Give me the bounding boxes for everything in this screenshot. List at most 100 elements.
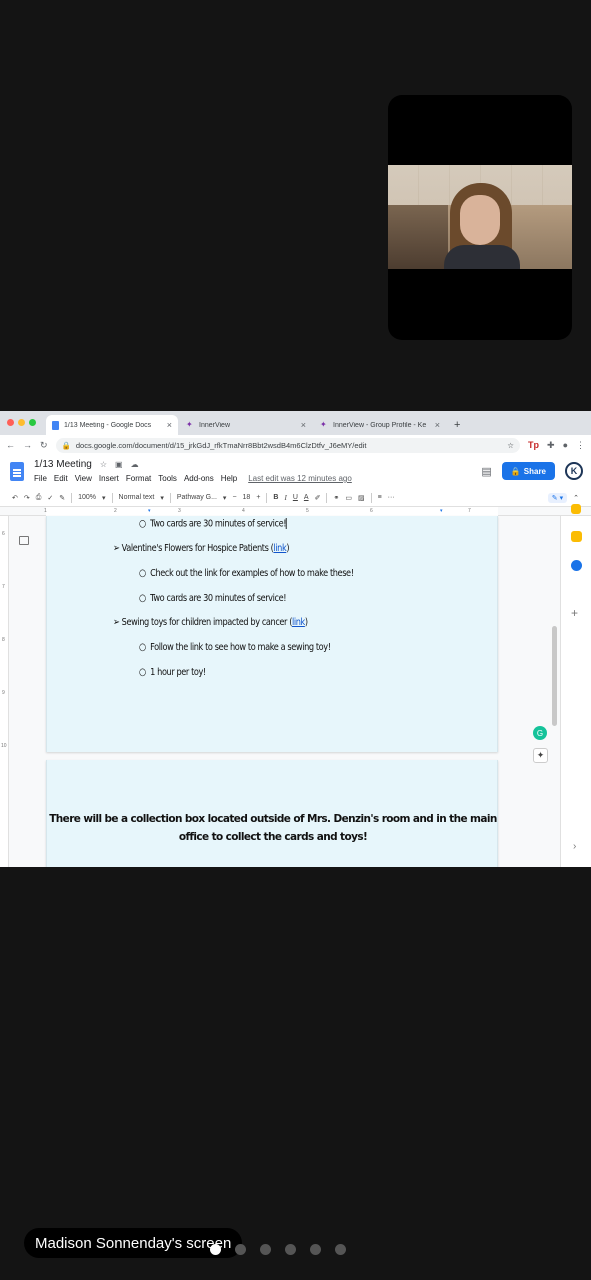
page-dot[interactable] <box>335 1244 346 1255</box>
menu-addons[interactable]: Add-ons <box>184 474 214 483</box>
page-dot[interactable] <box>260 1244 271 1255</box>
comment-history-icon[interactable]: ▤ <box>481 465 491 478</box>
chevron-right-icon[interactable]: › <box>573 841 576 852</box>
extension-tp-icon[interactable]: Tp <box>528 440 539 450</box>
link-icon[interactable]: ⚭ <box>333 494 339 502</box>
chevron-down-icon[interactable]: ▾ <box>160 494 164 502</box>
menu-format[interactable]: Format <box>126 474 151 483</box>
page-dot[interactable] <box>285 1244 296 1255</box>
browser-tab-docs[interactable]: 1/13 Meeting - Google Docs × <box>46 415 178 435</box>
tasks-icon[interactable] <box>571 560 582 571</box>
page-indicator[interactable] <box>210 1244 346 1255</box>
minimize-window-button[interactable] <box>18 419 25 426</box>
calendar-icon[interactable] <box>571 504 581 514</box>
paint-format-icon[interactable]: ✎ <box>59 494 65 502</box>
underline-button[interactable]: U <box>293 494 298 501</box>
print-icon[interactable]: ⎙ <box>36 494 42 502</box>
tab-title: InnerView <box>199 421 231 429</box>
list-item-text: Valentine's Flowers for Hospice Patients… <box>121 543 274 554</box>
right-indent-marker-icon[interactable]: ▾ <box>440 508 443 514</box>
menu-insert[interactable]: Insert <box>99 474 119 483</box>
bold-button[interactable]: B <box>273 494 278 501</box>
arrow-bullet-icon: ➢ <box>113 617 122 628</box>
document-page[interactable]: ○ Two cards are 30 minutes of service! ➢… <box>46 516 498 752</box>
document-title[interactable]: 1/13 Meeting <box>34 459 92 470</box>
list-item: ○ 1 hour per toy! <box>139 667 206 678</box>
style-select[interactable]: Normal text <box>119 494 155 501</box>
document-scrollbar[interactable] <box>552 626 557 726</box>
close-icon[interactable]: × <box>435 420 440 430</box>
menu-edit[interactable]: Edit <box>54 474 68 483</box>
zoom-select[interactable]: 100% <box>78 494 96 501</box>
cloud-status-icon[interactable]: ☁ <box>131 460 139 469</box>
meeting-stage: 1/13 Meeting - Google Docs × ✦ InnerView… <box>0 0 591 1280</box>
redo-icon[interactable]: ↷ <box>24 494 30 502</box>
close-window-button[interactable] <box>7 419 14 426</box>
participant-body <box>444 245 520 269</box>
menu-help[interactable]: Help <box>221 474 237 483</box>
close-icon[interactable]: × <box>301 420 306 430</box>
page-dot[interactable] <box>235 1244 246 1255</box>
page-dot[interactable] <box>310 1244 321 1255</box>
chevron-down-icon[interactable]: ▾ <box>223 494 227 502</box>
highlight-icon[interactable]: ✐ <box>315 494 321 502</box>
list-item-text: Two cards are 30 minutes of service! <box>150 593 287 604</box>
profile-icon[interactable]: ● <box>563 440 568 450</box>
insert-comment-icon[interactable]: ▭ <box>345 494 352 502</box>
more-icon[interactable]: ··· <box>388 494 395 501</box>
extensions-puzzle-icon[interactable]: ✚ <box>547 440 555 451</box>
add-ons-plus-icon[interactable]: + <box>571 606 578 620</box>
increase-font-button[interactable]: + <box>256 494 260 501</box>
font-size-input[interactable]: 18 <box>243 494 251 501</box>
address-bar[interactable]: 🔒 docs.google.com/document/d/15_jrkGdJ_r… <box>55 437 521 453</box>
document-outline-icon[interactable] <box>19 536 29 545</box>
browser-tabstrip: 1/13 Meeting - Google Docs × ✦ InnerView… <box>0 411 591 435</box>
editing-mode-icon[interactable]: ✎ ▾ <box>547 492 568 503</box>
undo-icon[interactable]: ↶ <box>12 494 18 502</box>
account-avatar[interactable]: K <box>565 462 583 480</box>
star-icon[interactable]: ☆ <box>100 460 107 469</box>
forward-icon[interactable]: → <box>23 440 32 450</box>
collection-notice-line: office to collect the cards and toys! <box>178 831 368 843</box>
window-controls <box>7 419 36 426</box>
back-icon[interactable]: ← <box>6 440 15 450</box>
text-color-button[interactable]: A <box>304 494 309 501</box>
browser-tab-group-profile[interactable]: ✦ InnerView - Group Profile - Ke × <box>314 415 446 435</box>
explore-icon[interactable]: ✦ <box>533 748 548 763</box>
menu-view[interactable]: View <box>75 474 92 483</box>
last-edit-link[interactable]: Last edit was 12 minutes ago <box>248 474 352 483</box>
spellcheck-icon[interactable]: ✓ <box>47 494 53 502</box>
list-item: ○ Two cards are 30 minutes of service! <box>139 518 287 530</box>
browser-menu-icon[interactable]: ⋮ <box>576 440 585 451</box>
google-docs-logo-icon[interactable] <box>10 462 24 481</box>
keep-icon[interactable] <box>571 531 582 542</box>
participant-video-tile[interactable] <box>388 95 572 340</box>
font-select[interactable]: Pathway G... <box>177 494 217 501</box>
italic-button[interactable]: I <box>284 494 286 502</box>
menu-file[interactable]: File <box>34 474 47 483</box>
insert-image-icon[interactable]: ▨ <box>358 494 365 502</box>
document-page[interactable]: There will be a collection box located o… <box>46 760 498 867</box>
indent-marker-icon[interactable]: ▾ <box>148 508 151 514</box>
browser-tab-innerview[interactable]: ✦ InnerView × <box>180 415 312 435</box>
lock-icon: 🔒 <box>61 440 71 450</box>
new-tab-icon[interactable]: + <box>454 419 460 435</box>
align-icon[interactable]: ≡ <box>378 494 382 501</box>
flowers-link[interactable]: link <box>273 543 286 554</box>
grammarly-icon[interactable]: G <box>533 726 547 740</box>
move-folder-icon[interactable]: ▣ <box>115 460 123 469</box>
bookmark-star-icon[interactable]: ☆ <box>507 441 514 450</box>
vertical-ruler[interactable]: 6 7 8 9 10 <box>0 516 9 867</box>
share-button[interactable]: 🔒 Share <box>501 462 555 480</box>
horizontal-ruler[interactable]: 1 2 3 4 5 6 7 ▾ ▾ <box>0 507 591 516</box>
sewing-link[interactable]: link <box>292 617 305 628</box>
page-dot-active[interactable] <box>210 1244 221 1255</box>
google-docs-icon <box>52 420 59 430</box>
close-icon[interactable]: × <box>167 420 172 430</box>
reload-icon[interactable]: ↻ <box>40 440 48 451</box>
menu-tools[interactable]: Tools <box>158 474 177 483</box>
collapse-icon[interactable]: ⌃ <box>573 494 579 502</box>
maximize-window-button[interactable] <box>29 419 36 426</box>
chevron-down-icon[interactable]: ▾ <box>102 494 106 502</box>
decrease-font-button[interactable]: − <box>232 494 236 501</box>
